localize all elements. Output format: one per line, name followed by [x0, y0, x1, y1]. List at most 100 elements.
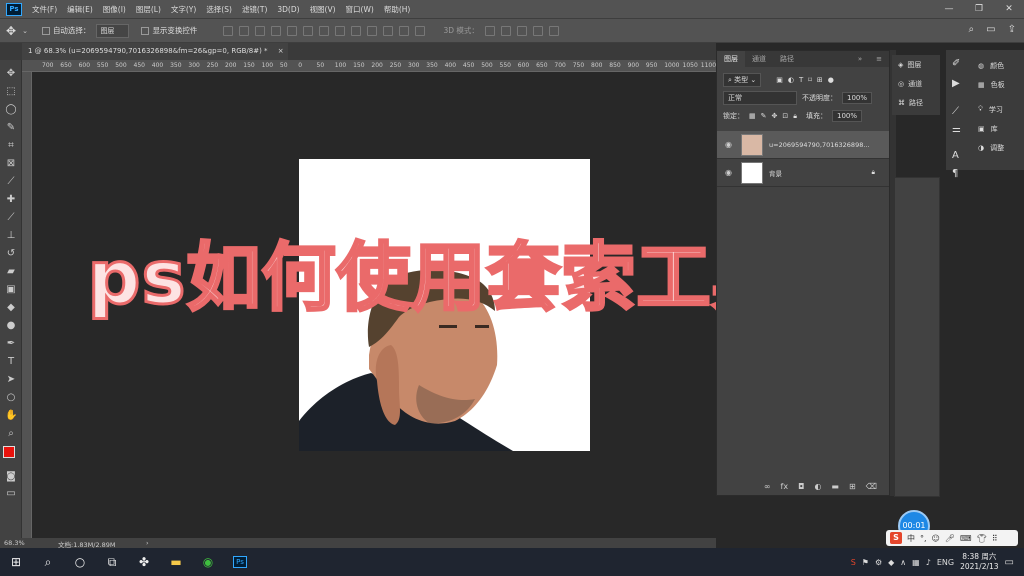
- tray-app-icon[interactable]: ⚙: [875, 558, 882, 567]
- trash-icon[interactable]: ⌫: [866, 482, 877, 491]
- align-bottom-icon[interactable]: [303, 25, 314, 36]
- tab-channels[interactable]: 通道: [745, 51, 773, 67]
- fx-icon[interactable]: fx: [781, 482, 789, 491]
- opacity-input[interactable]: 100%: [842, 92, 873, 104]
- scale-3d-icon[interactable]: [548, 25, 559, 36]
- frame-icon[interactable]: ⊠: [5, 158, 17, 170]
- menu-file[interactable]: 文件(F): [27, 4, 62, 15]
- type-icon[interactable]: T: [5, 356, 17, 368]
- distribute-center-icon[interactable]: [383, 25, 394, 36]
- new-layer-icon[interactable]: ⊞: [849, 482, 856, 491]
- lock-all-icon[interactable]: 🔒︎: [793, 112, 797, 121]
- wechat-icon[interactable]: ◉: [192, 548, 224, 576]
- foreground-color-swatch[interactable]: [3, 446, 15, 458]
- cortana-icon[interactable]: ○: [64, 548, 96, 576]
- align-left-icon[interactable]: [223, 25, 234, 36]
- roll-3d-icon[interactable]: [500, 25, 511, 36]
- quick-mask-icon[interactable]: ◙: [5, 471, 17, 483]
- fill-input[interactable]: 100%: [831, 110, 862, 122]
- ime-mic-icon[interactable]: 🎤︎: [945, 534, 955, 543]
- layer-row-photo[interactable]: ◉ u=2069594790,7016326898...: [717, 131, 889, 159]
- ime-toolbar[interactable]: S 中 °, ☺ 🎤︎ ⌨ 👕︎ ⠿: [886, 530, 1018, 546]
- app-pinwheel-icon[interactable]: ✤: [128, 548, 160, 576]
- eraser-icon[interactable]: ▰: [5, 266, 17, 278]
- ime-emoji-icon[interactable]: ☺: [932, 534, 940, 543]
- file-explorer-icon[interactable]: ▬: [160, 548, 192, 576]
- search-icon[interactable]: ⌕: [969, 24, 975, 35]
- move-icon[interactable]: ✥: [5, 68, 17, 80]
- distribute-middle-icon[interactable]: [335, 25, 346, 36]
- network-icon[interactable]: ▦: [912, 558, 920, 567]
- lock-pixels-icon[interactable]: ▦: [749, 112, 756, 120]
- zoom-icon[interactable]: ⌕: [5, 428, 17, 440]
- history-brush-icon[interactable]: ↺: [5, 248, 17, 260]
- filter-type-icon[interactable]: T: [799, 76, 803, 84]
- dock-layers[interactable]: ◈ 图层: [892, 55, 940, 74]
- minimize-button[interactable]: —: [934, 0, 964, 18]
- brush-settings-icon[interactable]: ⟋: [952, 106, 959, 117]
- blur-icon[interactable]: ◆: [5, 302, 17, 314]
- brush-icon[interactable]: ⟋: [5, 212, 17, 224]
- gradient-icon[interactable]: ▣: [5, 284, 17, 296]
- menu-help[interactable]: 帮助(H): [379, 4, 416, 15]
- document-tab[interactable]: 1 @ 68.3% (u=2069594790,7016326898&fm=26…: [22, 43, 288, 60]
- quick-select-icon[interactable]: ✎: [5, 122, 17, 134]
- mask-icon[interactable]: ◘: [798, 482, 804, 491]
- align-center-icon[interactable]: [239, 25, 250, 36]
- layer-filter-dropdown[interactable]: ⌕ 类型 ⌄: [723, 73, 762, 87]
- healing-brush-icon[interactable]: ✚: [5, 194, 17, 206]
- distribute-top-icon[interactable]: [319, 25, 330, 36]
- adjustment-icon[interactable]: ◐: [814, 482, 821, 491]
- filter-adjustment-icon[interactable]: ◐: [788, 76, 794, 84]
- panel-collapse-icon[interactable]: »: [851, 51, 869, 67]
- lock-position-icon[interactable]: ✥: [772, 112, 778, 120]
- auto-select-checkbox[interactable]: [41, 26, 50, 35]
- pan-3d-icon[interactable]: [516, 25, 527, 36]
- layer-row-background[interactable]: ◉ 背景 🔒︎: [717, 159, 889, 187]
- tray-expand-icon[interactable]: ∧: [900, 558, 906, 567]
- tray-app-icon[interactable]: ◆: [888, 558, 894, 567]
- screen-mode-icon[interactable]: ▭: [5, 488, 17, 500]
- show-transform-checkbox[interactable]: [141, 26, 150, 35]
- visibility-eye-icon[interactable]: ◉: [725, 140, 735, 149]
- zoom-level[interactable]: 68.3%: [4, 539, 25, 547]
- menu-3d[interactable]: 3D(D): [272, 5, 304, 14]
- dock-channels[interactable]: ◎ 通道: [892, 74, 940, 93]
- lock-artboard-icon[interactable]: ⊡: [782, 112, 788, 120]
- share-icon[interactable]: ⇪: [1008, 24, 1016, 35]
- link-icon[interactable]: ∞: [764, 482, 771, 491]
- adjust-sliders-icon[interactable]: ⚌: [952, 124, 961, 135]
- tool-preset-chevron-icon[interactable]: ⌄: [22, 27, 28, 35]
- align-top-icon[interactable]: [271, 25, 282, 36]
- menu-edit[interactable]: 编辑(E): [62, 4, 98, 15]
- distribute-bottom-icon[interactable]: [351, 25, 362, 36]
- folder-icon[interactable]: ▬: [831, 482, 839, 491]
- menu-select[interactable]: 选择(S): [201, 4, 237, 15]
- auto-align-icon[interactable]: [415, 25, 426, 36]
- slide-3d-icon[interactable]: [532, 25, 543, 36]
- search-icon[interactable]: ⌕: [32, 548, 64, 576]
- tab-paths[interactable]: 路径: [773, 51, 801, 67]
- restore-button[interactable]: ❐: [964, 0, 994, 18]
- clock[interactable]: 8:38 周六 2021/2/13: [960, 552, 998, 572]
- blend-mode-dropdown[interactable]: 正常: [723, 91, 797, 105]
- status-arrow-icon[interactable]: ›: [146, 539, 149, 547]
- document-canvas[interactable]: [299, 159, 590, 451]
- play-action-icon[interactable]: ▶: [952, 78, 960, 89]
- distribute-left-icon[interactable]: [367, 25, 378, 36]
- ime-language[interactable]: 中: [907, 533, 915, 544]
- distribute-right-icon[interactable]: [399, 25, 410, 36]
- lasso-icon[interactable]: ◯: [5, 104, 17, 116]
- pen-icon[interactable]: ✒: [5, 338, 17, 350]
- menu-type[interactable]: 文字(Y): [166, 4, 201, 15]
- ime-punct-icon[interactable]: °,: [920, 534, 927, 543]
- dock-paths[interactable]: ⌘ 路径: [892, 93, 940, 112]
- shape-icon[interactable]: ○: [5, 392, 17, 404]
- start-icon[interactable]: ⊞: [0, 548, 32, 576]
- orbit-3d-icon[interactable]: [484, 25, 495, 36]
- task-view-icon[interactable]: ⧉: [96, 548, 128, 576]
- clone-stamp-icon[interactable]: ⊥: [5, 230, 17, 242]
- photoshop-taskbar-icon[interactable]: Ps: [224, 548, 256, 576]
- tab-layers[interactable]: 图层: [717, 51, 745, 67]
- menu-image[interactable]: 图像(I): [98, 4, 131, 15]
